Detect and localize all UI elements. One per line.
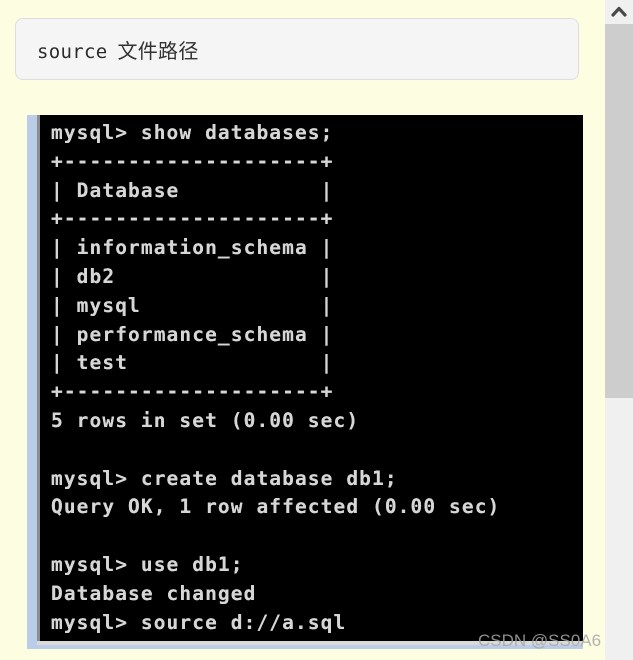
- chevron-up-icon: [611, 6, 627, 17]
- code-callout-text: source 文件路径: [37, 35, 199, 64]
- scrollbar-up-button[interactable]: [605, 0, 633, 22]
- scrollbar-track[interactable]: [605, 398, 633, 660]
- terminal-line: +--------------------+: [51, 149, 334, 173]
- code-command: source: [37, 40, 108, 63]
- terminal-line: mysql> source d://a.sql: [51, 610, 347, 634]
- terminal-line: | performance_schema |: [51, 322, 334, 346]
- terminal-line: +--------------------+: [51, 380, 334, 404]
- terminal-line: | test |: [51, 351, 334, 375]
- terminal-output: mysql> show databases; +-----------------…: [51, 119, 500, 637]
- terminal-line: 5 rows in set (0.00 sec): [51, 408, 360, 432]
- terminal-line: Database changed: [51, 581, 257, 605]
- terminal-line: | mysql |: [51, 293, 334, 317]
- article-page: source 文件路径 mysql> show databases; +------…: [0, 0, 605, 660]
- mysql-console-screen: mysql> show databases; +-----------------…: [40, 115, 583, 641]
- terminal-line: mysql> use db1;: [51, 552, 244, 576]
- terminal-line: mysql> create database db1;: [51, 466, 398, 490]
- terminal-line: Query OK, 1 row affected (0.00 sec): [51, 495, 501, 519]
- terminal-line: | information_schema |: [51, 236, 334, 260]
- terminal-screenshot-figure: mysql> show databases; +-----------------…: [27, 115, 583, 649]
- page-scrollbar[interactable]: [605, 0, 633, 660]
- terminal-line: mysql> show databases;: [51, 121, 334, 144]
- code-argument: 文件路径: [117, 38, 199, 63]
- inline-code-callout: source 文件路径: [15, 18, 579, 80]
- csdn-watermark: CSDN @SS0A6: [478, 631, 602, 650]
- terminal-line: | Database |: [51, 178, 334, 202]
- terminal-line: +--------------------+: [51, 207, 334, 231]
- scrollbar-thumb[interactable]: [605, 24, 633, 398]
- terminal-left-border: [27, 115, 37, 649]
- terminal-line: | db2 |: [51, 264, 334, 288]
